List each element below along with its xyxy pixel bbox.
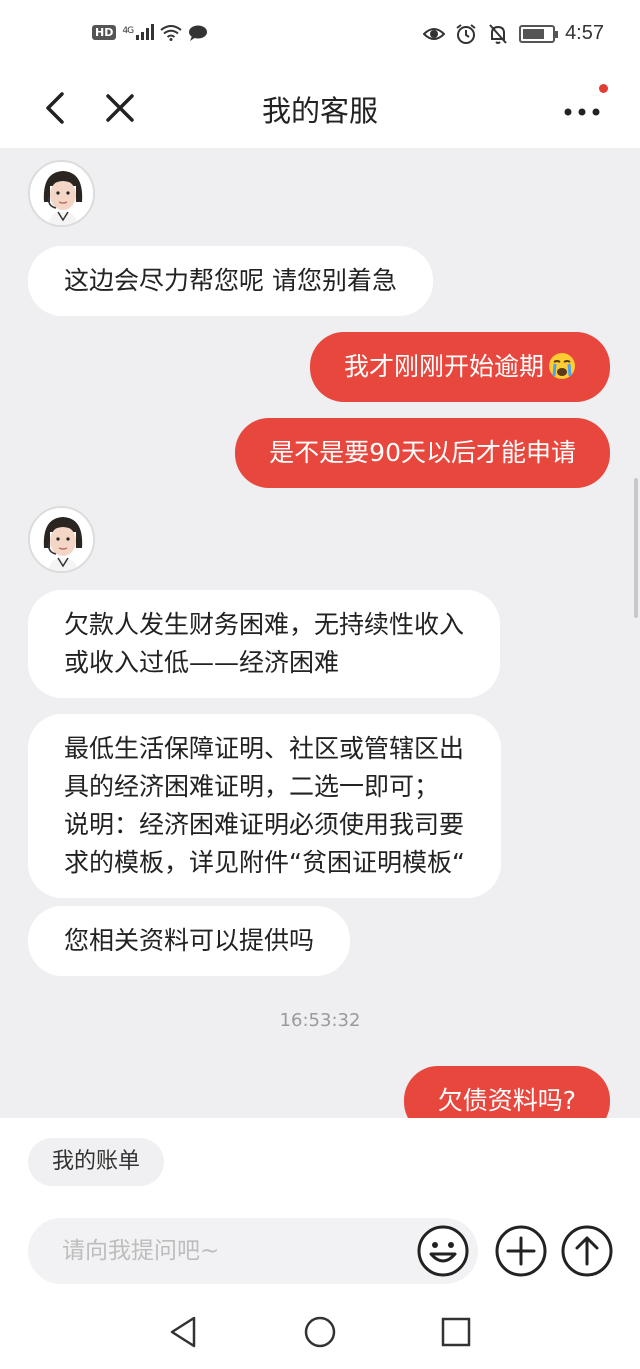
message-timestamp: 16:53:32: [279, 1010, 361, 1031]
chat-area[interactable]: 这边会尽力帮您呢 请您别着急 我才刚刚开始逾期 是不是要90天以后才能申请 欠款…: [0, 148, 640, 1118]
battery-icon: [519, 24, 559, 43]
agent-avatar-icon: [30, 162, 93, 225]
message-bubble-user: 我才刚刚开始逾期: [309, 332, 610, 402]
message-text: 或收入过低——经济困难: [64, 648, 340, 677]
plus-icon[interactable]: [494, 1224, 548, 1278]
wifi-icon: [160, 24, 182, 41]
eye-icon: [423, 27, 446, 40]
signal-icon: [135, 24, 154, 40]
hd-badge: HD: [92, 25, 117, 40]
status-time: 4:57: [565, 22, 604, 44]
battery-fill: [523, 28, 545, 39]
message-bubble-user: 是不是要90天以后才能申请: [235, 418, 610, 488]
message-bubble-agent: 欠款人发生财务困难，无持续性收入 或收入过低——经济困难: [28, 590, 501, 698]
message-text: 最低生活保障证明、社区或管辖区出: [64, 734, 465, 763]
notification-dot: [599, 84, 608, 93]
agent-avatar: [28, 160, 95, 227]
nav-home-icon[interactable]: [300, 1312, 340, 1352]
status-right: 4:57: [423, 22, 604, 45]
quick-reply-chip[interactable]: 我的账单: [28, 1138, 165, 1186]
nav-back-icon[interactable]: [164, 1312, 204, 1352]
status-left: HD 4G: [92, 24, 208, 41]
agent-avatar-icon: [30, 508, 93, 571]
message-text: 欠债资料吗?: [437, 1086, 576, 1115]
emoji-icon[interactable]: [416, 1224, 470, 1278]
status-bar: HD 4G 4:57: [0, 0, 640, 72]
message-text: 是不是要90天以后才能申请: [269, 438, 576, 467]
alarm-icon: [456, 23, 476, 44]
network-label: 4G: [122, 24, 154, 41]
header: 我的客服: [0, 72, 640, 148]
nav-recent-icon[interactable]: [436, 1312, 476, 1352]
message-bubble-user: 欠债资料吗?: [403, 1066, 610, 1118]
input-area: 我的账单 请向我提问吧~: [0, 1118, 640, 1298]
crying-emoji-icon: [549, 353, 575, 379]
message-bubble-agent: 您相关资料可以提供吗: [28, 906, 351, 976]
more-icon[interactable]: [560, 88, 604, 128]
message-icon: [188, 25, 207, 41]
page-title: 我的客服: [261, 94, 378, 128]
message-text: 我才刚刚开始逾期: [343, 352, 544, 381]
system-nav-bar: [0, 1298, 640, 1369]
message-bubble-agent: 最低生活保障证明、社区或管辖区出 具的经济困难证明，二选一即可； 说明：经济困难…: [28, 714, 501, 898]
agent-avatar: [28, 506, 95, 573]
message-text: 这边会尽力帮您呢 请您别着急: [64, 266, 397, 295]
message-text: 您相关资料可以提供吗: [64, 926, 315, 955]
network-type: 4G: [122, 26, 134, 36]
message-bubble-agent: 这边会尽力帮您呢 请您别着急: [28, 246, 433, 316]
message-text: 具的经济困难证明，二选一即可；: [64, 772, 440, 801]
scrollbar[interactable]: [634, 478, 638, 618]
message-text: 欠款人发生财务困难，无持续性收入: [64, 610, 465, 639]
message-text: 求的模板，详见附件“贫困证明模板“: [64, 848, 465, 877]
message-text: 说明：经济困难证明必须使用我司要: [64, 810, 465, 839]
mute-bell-icon: [489, 23, 507, 44]
upload-icon[interactable]: [560, 1224, 614, 1278]
message-input[interactable]: 请向我提问吧~: [28, 1218, 478, 1284]
